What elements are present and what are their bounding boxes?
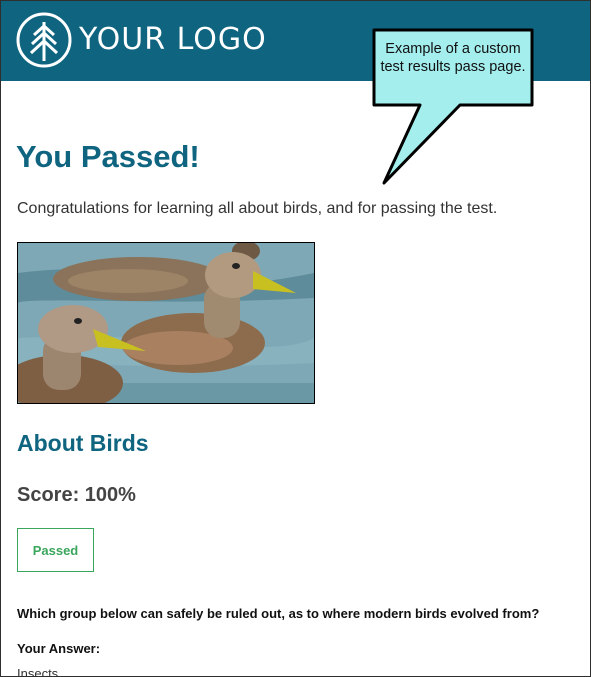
your-answer-label: Your Answer: [17, 641, 101, 656]
score-text: Score: 100% [17, 482, 136, 508]
intro-text: Congratulations for learning all about b… [17, 200, 498, 217]
logo-text: YOUR LOGO [79, 22, 267, 57]
status-badge: Passed [17, 528, 94, 572]
your-answer-value: Insects [17, 666, 59, 677]
tree-icon [16, 12, 72, 68]
callout-text: Example of a custom test results pass pa… [380, 41, 526, 75]
ducks-image [17, 242, 315, 404]
section-title: About Birds [17, 430, 149, 456]
results-page: YOUR LOGO You Passed! Congratulations fo… [0, 0, 591, 677]
score-label: Score: 100% [17, 484, 136, 506]
question-text: Which group below can safely be ruled ou… [17, 606, 540, 621]
page-title: You Passed! [16, 139, 200, 174]
